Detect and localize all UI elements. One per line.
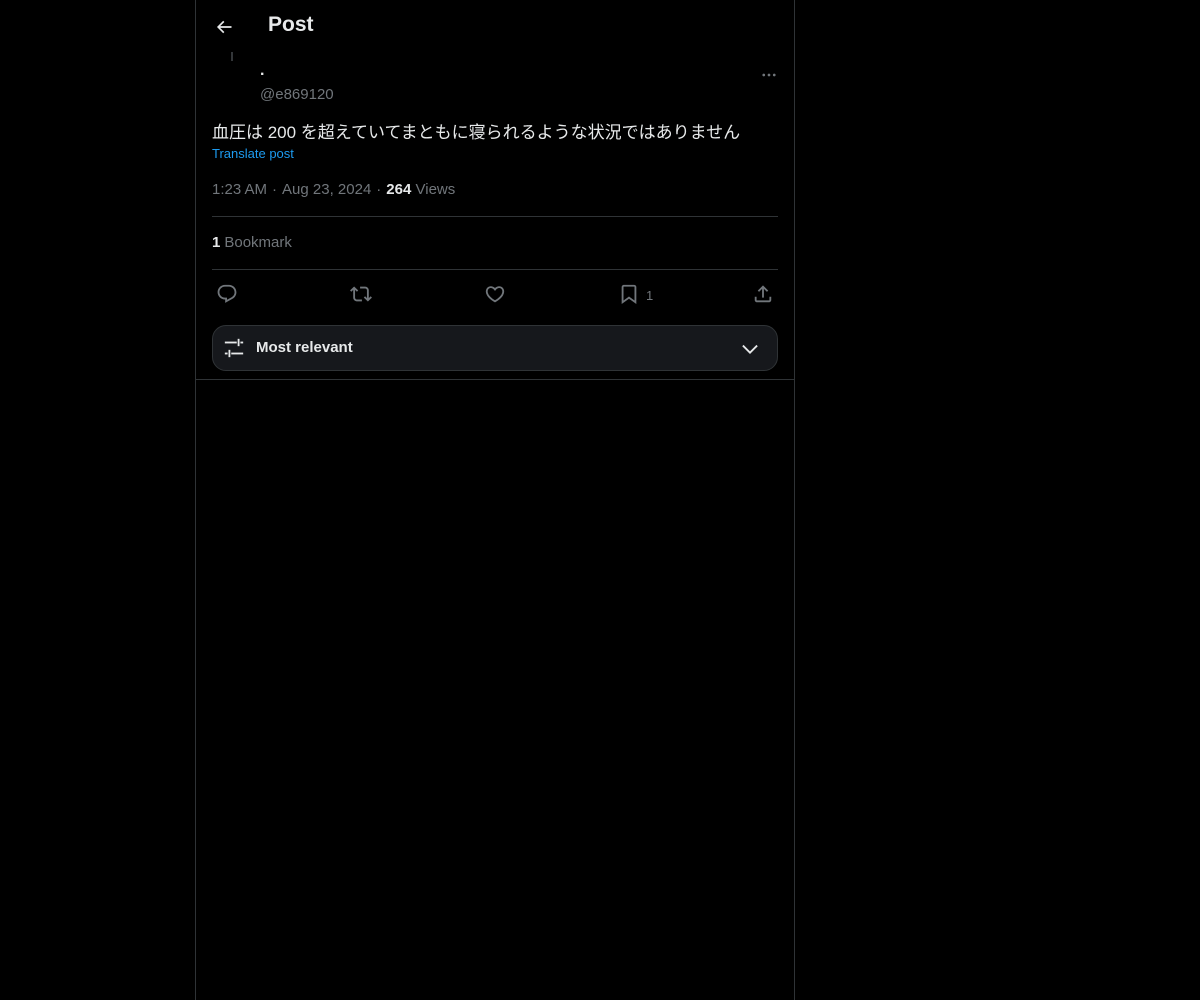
author-handle[interactable]: @e869120 <box>260 86 334 103</box>
bookmarks-label: Bookmark <box>224 234 292 251</box>
post-time[interactable]: 1:23 AM <box>212 181 267 198</box>
ellipsis-icon <box>760 66 778 84</box>
meta-separator: · <box>272 181 278 198</box>
thread-line <box>231 52 233 61</box>
author-name[interactable]: . <box>260 62 264 80</box>
heart-icon <box>484 283 506 305</box>
like-button[interactable] <box>484 280 506 308</box>
section-divider <box>196 379 794 380</box>
share-icon <box>752 283 774 305</box>
views-count: 264 <box>386 181 412 198</box>
arrow-left-icon <box>214 17 234 37</box>
post-date[interactable]: Aug 23, 2024 <box>282 181 371 198</box>
reply-button[interactable] <box>216 280 238 308</box>
divider <box>212 269 778 270</box>
sort-label: Most relevant <box>256 339 353 356</box>
more-options-button[interactable] <box>754 62 784 88</box>
post-column: Post . @e869120 血圧は 200 を超えていてまともに寝られるよう… <box>195 0 795 1000</box>
sliders-icon <box>223 337 245 359</box>
page-title: Post <box>268 13 314 36</box>
reply-icon <box>216 283 238 305</box>
chevron-down-icon <box>739 338 761 360</box>
bookmarks-stat[interactable]: 1 Bookmark <box>212 234 292 251</box>
bookmark-icon <box>618 283 640 305</box>
back-button[interactable] <box>208 11 240 43</box>
replies-sort-dropdown[interactable]: Most relevant <box>212 325 778 371</box>
share-button[interactable] <box>752 280 774 308</box>
meta-separator: · <box>376 181 382 198</box>
bookmarks-count: 1 <box>212 234 221 251</box>
views-label: Views <box>415 181 456 198</box>
bookmark-count: 1 <box>646 288 654 303</box>
post-meta: 1:23 AM · Aug 23, 2024 · 264 Views <box>212 181 455 198</box>
top-bar: Post <box>196 0 794 54</box>
post-text: 血圧は 200 を超えていてまともに寝られるような状況ではありません <box>212 123 741 142</box>
translate-post-link[interactable]: Translate post <box>212 146 294 161</box>
repost-button[interactable] <box>350 280 372 308</box>
divider <box>212 216 778 217</box>
repost-icon <box>350 283 372 305</box>
bookmark-button[interactable]: 1 <box>618 280 653 308</box>
